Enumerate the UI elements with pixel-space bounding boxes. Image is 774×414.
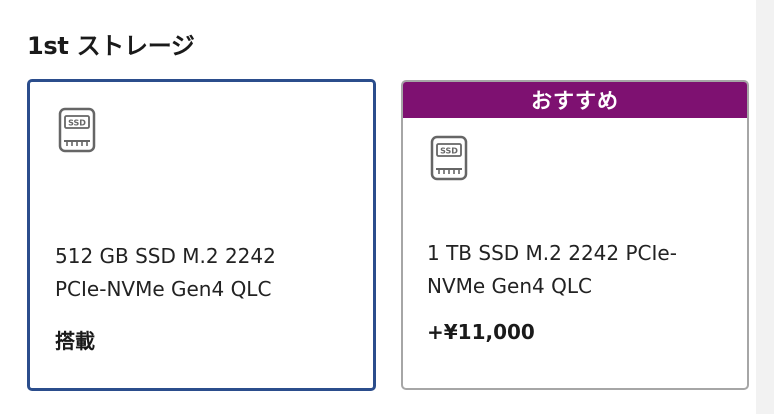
storage-option-1tb[interactable]: おすすめ SSD 1 TB SSD M.2 2242 PCIe- NVMe Ge…	[401, 80, 749, 390]
option-name: 512 GB SSD M.2 2242 PCIe-NVMe Gen4 QLC	[55, 240, 365, 306]
ssd-icon-label: SSD	[440, 147, 458, 156]
section-title: 1st ストレージ	[27, 32, 195, 60]
option-price: +¥11,000	[427, 320, 535, 344]
recommended-banner: おすすめ	[403, 82, 747, 118]
ssd-icon: SSD	[58, 107, 96, 153]
option-name-line1: 1 TB SSD M.2 2242 PCIe-	[427, 241, 677, 265]
ssd-icon: SSD	[430, 135, 468, 181]
storage-option-512gb[interactable]: SSD 512 GB SSD M.2 2242 PCIe-NVMe Gen4 Q…	[27, 79, 376, 391]
page-edge-strip	[756, 0, 774, 414]
ssd-icon-label: SSD	[68, 119, 86, 128]
option-name-line2: PCIe-NVMe Gen4 QLC	[55, 277, 272, 301]
option-name: 1 TB SSD M.2 2242 PCIe- NVMe Gen4 QLC	[427, 237, 727, 303]
option-name-line2: NVMe Gen4 QLC	[427, 274, 592, 298]
option-price: 搭載	[55, 329, 95, 353]
option-name-line1: 512 GB SSD M.2 2242	[55, 244, 276, 268]
